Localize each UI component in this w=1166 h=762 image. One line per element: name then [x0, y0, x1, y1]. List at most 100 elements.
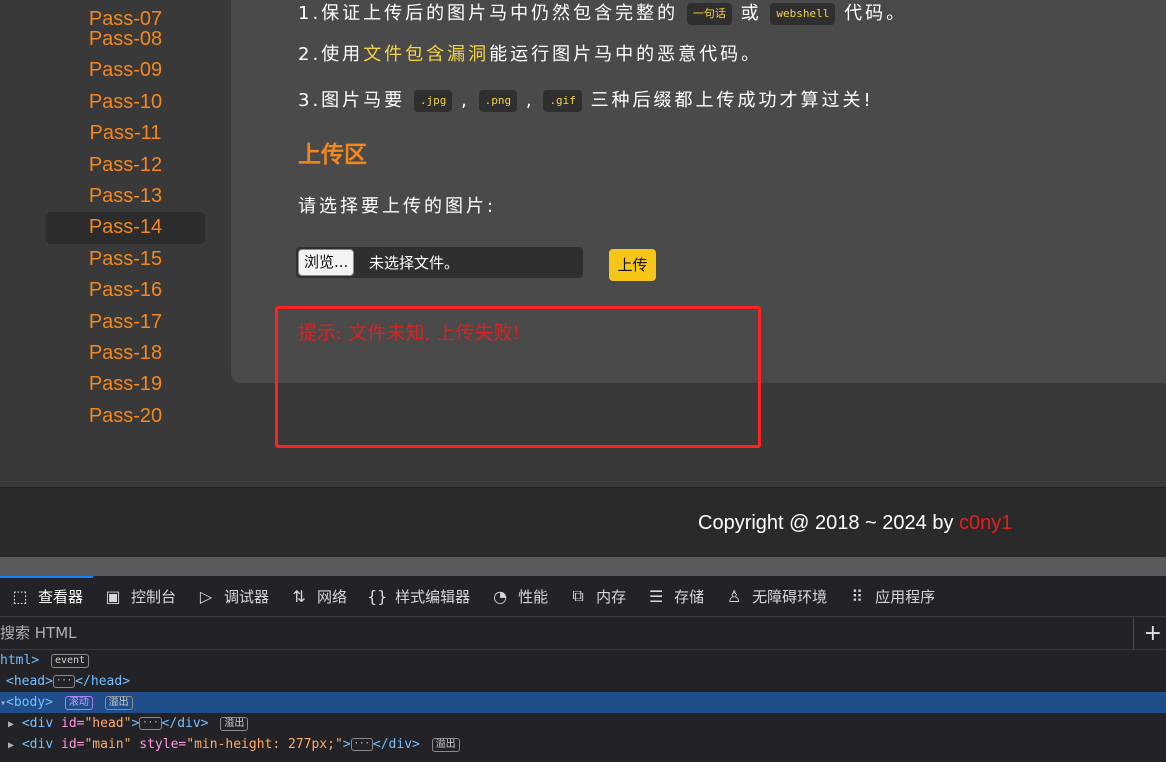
- div-tag: <div: [21, 737, 54, 752]
- devtools-tab-label: 网络: [317, 587, 348, 606]
- collapse-arrow-icon[interactable]: ▶: [8, 740, 14, 751]
- rule-2: 2.使用文件包含漏洞能运行图片马中的恶意代码。: [298, 40, 762, 66]
- devtools-tab-console[interactable]: ▣ 控制台: [103, 576, 176, 617]
- tree-row-head[interactable]: <head> ··· </head>: [0, 671, 1166, 692]
- attr-value: "head": [84, 716, 132, 731]
- upload-prompt: 请选择要上传的图片:: [298, 196, 497, 217]
- devtools-tab-label: 调试器: [224, 587, 270, 606]
- html-tag: html>: [0, 653, 40, 668]
- collapsed-ellipsis-icon[interactable]: ···: [52, 675, 76, 688]
- search-html-input[interactable]: 搜索 HTML +: [0, 617, 1166, 650]
- devtools-tab-network[interactable]: ⇅ 网络: [289, 576, 347, 617]
- nav-item-pass-15[interactable]: Pass-15: [46, 244, 205, 275]
- nav-item-pass-13[interactable]: Pass-13: [46, 181, 205, 212]
- nav-item-pass-07[interactable]: Pass-07: [46, 0, 205, 30]
- tree-row-body[interactable]: ▾<body> 滚动 溢出: [0, 692, 1166, 713]
- attr-name: style=: [139, 737, 187, 752]
- rule-2-highlight: 文件包含漏洞: [363, 44, 490, 65]
- devtools-tab-memory[interactable]: ⧉ 内存: [568, 576, 626, 617]
- rule-3-text: 3.图片马要: [298, 90, 406, 111]
- attr-name: id=: [61, 737, 85, 752]
- rule-1-text: 1.保证上传后的图片马中仍然包含完整的: [298, 3, 679, 24]
- file-input[interactable]: 浏览... 未选择文件。: [296, 247, 583, 278]
- nav-item-pass-14[interactable]: Pass-14: [46, 212, 205, 244]
- rule-1: 1.保证上传后的图片马中仍然包含完整的 一句话 或 webshell 代码。: [298, 0, 907, 25]
- style-editor-icon: {}: [367, 586, 388, 606]
- code-png: .png: [478, 90, 518, 112]
- scroll-badge[interactable]: 滚动: [64, 695, 93, 710]
- nav-item-pass-11[interactable]: Pass-11: [46, 118, 205, 149]
- div-tag: <div: [21, 716, 54, 731]
- storage-icon: ☰: [648, 586, 664, 606]
- copyright-author[interactable]: c0ny1: [959, 512, 1012, 534]
- code-gif: .gif: [543, 90, 582, 112]
- file-status: 未选择文件。: [369, 254, 460, 272]
- rule-3-sep-1: ,: [461, 90, 470, 111]
- footer: Copyright @ 2018 ~ 2024 by c0ny1: [0, 487, 1166, 557]
- devtools-tab-label: 控制台: [131, 587, 177, 606]
- rule-3-suffix: 三种后缀都上传成功才算过关!: [590, 90, 874, 111]
- devtools-tab-label: 样式编辑器: [395, 587, 471, 606]
- nav-item-pass-17[interactable]: Pass-17: [46, 307, 205, 338]
- inspector-icon: ⬚: [12, 586, 28, 606]
- nav-item-pass-20[interactable]: Pass-20: [46, 401, 205, 432]
- page-area: Pass-07 Pass-08 Pass-09 Pass-10 Pass-11 Pass-…: [0, 0, 1166, 557]
- upload-heading: 上传区: [298, 142, 367, 168]
- network-icon: ⇅: [292, 586, 306, 606]
- application-icon: ⠿: [851, 586, 863, 606]
- nav-item-pass-09[interactable]: Pass-09: [46, 55, 205, 86]
- browse-button[interactable]: 浏览...: [298, 249, 355, 276]
- devtools-tab-storage[interactable]: ☰ 存储: [646, 576, 704, 617]
- accessibility-icon: ♙: [726, 586, 742, 606]
- tree-row-div-main[interactable]: ▶ <div id="main" style="min-height: 277p…: [0, 734, 1166, 755]
- code-jpg: .jpg: [413, 90, 453, 112]
- performance-icon: ◔: [493, 586, 508, 606]
- memory-icon: ⧉: [572, 586, 584, 605]
- collapse-arrow-icon[interactable]: ▶: [8, 719, 14, 730]
- tree-row-div-head[interactable]: ▶ <div id="head"> ··· </div> 溢出: [0, 713, 1166, 734]
- overflow-badge[interactable]: 溢出: [220, 716, 249, 731]
- devtools-tab-application[interactable]: ⠿ 应用程序: [847, 576, 935, 617]
- attr-value: "min-height: 277px;": [186, 737, 343, 752]
- nav-item-pass-18[interactable]: Pass-18: [46, 338, 205, 369]
- nav-item-pass-08[interactable]: Pass-08: [46, 24, 205, 55]
- devtools-tab-label: 存储: [674, 587, 705, 606]
- div-close-tag: </div>: [372, 737, 420, 752]
- copyright-text: Copyright @ 2018 ~ 2024 by: [698, 512, 960, 534]
- rule-3: 3.图片马要 .jpg , .png , .gif 三种后缀都上传成功才算过关!: [298, 86, 874, 112]
- collapsed-ellipsis-icon[interactable]: ···: [350, 738, 373, 751]
- tree-row-html[interactable]: html> event: [0, 650, 1166, 671]
- devtools-tab-style-editor[interactable]: {} 样式编辑器: [367, 576, 470, 617]
- nav-item-pass-19[interactable]: Pass-19: [46, 369, 205, 400]
- devtools-tab-debugger[interactable]: ▷ 调试器: [196, 576, 269, 617]
- devtools-tab-label: 内存: [596, 587, 627, 606]
- upload-button[interactable]: 上传: [609, 249, 656, 281]
- add-node-icon[interactable]: +: [1132, 617, 1162, 650]
- devtools-tab-performance[interactable]: ◔ 性能: [490, 576, 548, 617]
- body-tag: <body>: [6, 695, 53, 710]
- attr-value: "main": [84, 737, 132, 752]
- level-nav: Pass-07 Pass-08 Pass-09 Pass-10 Pass-11 Pass-…: [46, 0, 205, 432]
- rule-1-or: 或: [740, 3, 762, 24]
- overflow-badge[interactable]: 溢出: [104, 695, 133, 710]
- devtools-toolbar: ⬚ 查看器 ▣ 控制台 ▷ 调试器 ⇅ 网络 {} 样式编辑器 ◔ 性能 ⧉ 内存 ☰ 存储 ♙ 无障碍环境 ⠿ 应用…: [0, 575, 1166, 617]
- devtools-tab-accessibility[interactable]: ♙ 无障碍环境: [724, 576, 827, 617]
- head-open-tag: <head>: [6, 674, 53, 689]
- devtools-tab-inspector[interactable]: ⬚ 查看器: [0, 575, 94, 617]
- nav-item-pass-16[interactable]: Pass-16: [46, 275, 205, 306]
- event-badge[interactable]: event: [50, 653, 90, 668]
- nav-item-pass-12[interactable]: Pass-12: [46, 150, 205, 181]
- rule-1-suffix: 代码。: [844, 3, 908, 24]
- console-icon: ▣: [105, 586, 121, 606]
- collapsed-ellipsis-icon[interactable]: ···: [139, 717, 162, 730]
- rule-2-text: 2.使用: [298, 44, 364, 65]
- devtools-panel: ⬚ 查看器 ▣ 控制台 ▷ 调试器 ⇅ 网络 {} 样式编辑器 ◔ 性能 ⧉ 内存 ☰ 存储 ♙ 无障碍环境 ⠿ 应用…: [0, 557, 1166, 762]
- search-html-placeholder: 搜索 HTML: [0, 624, 77, 642]
- rule-2-suffix: 能运行图片马中的恶意代码。: [489, 44, 763, 65]
- rule-3-sep-2: ,: [525, 90, 535, 111]
- devtools-tab-label: 查看器: [38, 587, 84, 606]
- copyright: Copyright @ 2018 ~ 2024 by c0ny1: [698, 512, 1012, 535]
- nav-item-pass-10[interactable]: Pass-10: [46, 87, 205, 118]
- overflow-badge[interactable]: 溢出: [431, 737, 460, 752]
- head-close-tag: </head>: [75, 674, 131, 689]
